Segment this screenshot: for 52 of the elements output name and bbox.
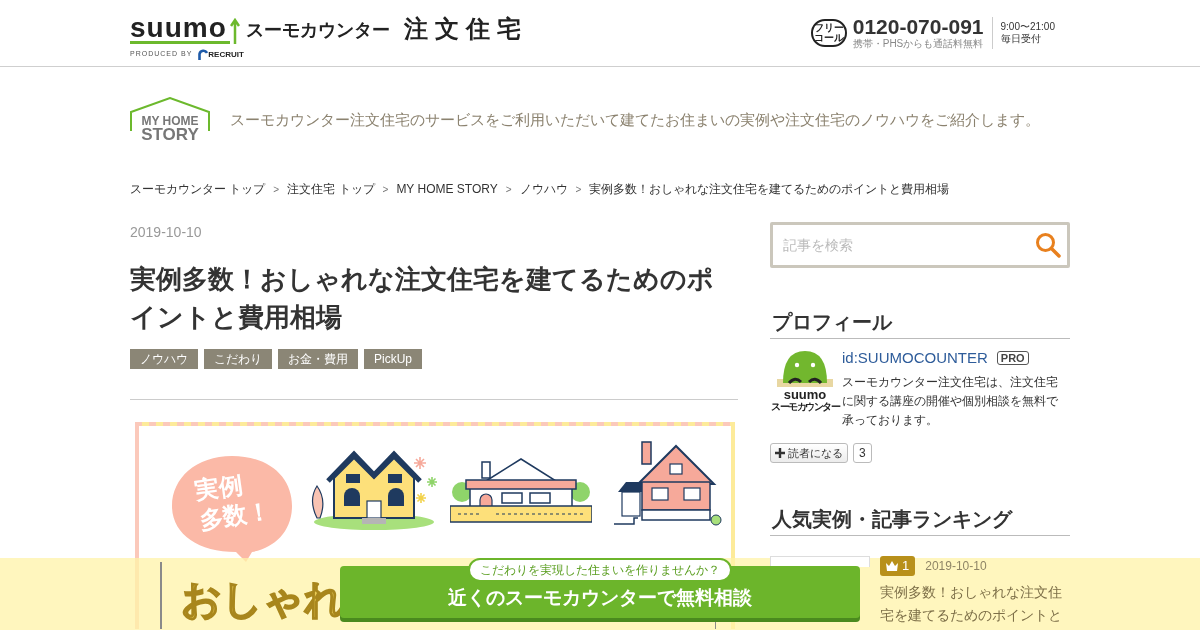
crown-icon	[886, 561, 898, 571]
search-icon	[1035, 232, 1061, 258]
follower-count: 3	[853, 443, 872, 463]
breadcrumb-separator: >	[382, 182, 389, 197]
mascot-icon	[777, 349, 833, 387]
profile-name-link[interactable]: id:SUUMOCOUNTER	[842, 349, 988, 367]
pro-badge: PRO	[996, 351, 1029, 365]
story-logo-text: STORY	[141, 127, 199, 143]
breadcrumb-separator: >	[575, 182, 582, 197]
sparkle-icon	[415, 492, 427, 504]
company-logo-text: RECRUIT	[208, 49, 244, 59]
sparkle-icon	[426, 476, 438, 488]
brand-logo-text[interactable]: suumo	[130, 14, 230, 44]
breadcrumb-link[interactable]: MY HOME STORY	[396, 180, 498, 198]
profile-description: スーモカウンター注文住宅は、注文住宅に関する講座の開催や個別相談を無料で承っております。	[842, 374, 1059, 429]
tag-link[interactable]: こだわり	[204, 349, 272, 369]
avatar-logo-text: suumo	[783, 388, 827, 401]
sparkle-icon	[413, 456, 427, 470]
arc-logo-icon	[198, 48, 209, 60]
tag-link[interactable]: お金・費用	[278, 349, 358, 369]
search-button[interactable]	[1033, 230, 1063, 260]
ranking-heading: 人気実例・記事ランキング	[770, 505, 1070, 536]
free-call-note: 携帯・PHSからも通話料無料	[852, 38, 984, 50]
bubble-text: 実例 多数！	[193, 469, 273, 536]
rank-badge: 1	[880, 556, 916, 576]
breadcrumb-separator: >	[273, 182, 280, 197]
tag-link[interactable]: ノウハウ	[130, 349, 198, 369]
intro-tagline: スーモカウンター注文住宅のサービスをご利用いただいて建てたお住まいの実例や注文住宅のノウハウをご紹介します。	[230, 109, 1040, 130]
breadcrumb-link[interactable]: ノウハウ	[519, 180, 568, 198]
breadcrumb-separator: >	[505, 182, 512, 197]
phone-number: 0120-070-091	[852, 16, 984, 38]
plus-icon	[775, 448, 785, 458]
breadcrumb-link[interactable]: 実例多数！おしゃれな注文住宅を建てるためのポイントと費用相場	[589, 180, 950, 198]
ranking-date: 2019-10-10	[925, 558, 987, 575]
service-logo-text: スーモカウンター	[245, 18, 390, 41]
tag-link[interactable]: PickUp	[364, 349, 422, 369]
article-thumbnail[interactable]	[770, 556, 870, 567]
article-date: 2019-10-10	[130, 223, 203, 241]
breadcrumb-link[interactable]: スーモカウンター トップ	[130, 180, 266, 198]
category-logo-text: 注文住宅	[403, 15, 528, 42]
ranking-article-link[interactable]: 実例多数！おしゃれな注文住宅を建てるためのポイントと	[880, 581, 1064, 627]
opening-hours: 9:00〜21:00	[1000, 21, 1055, 33]
follow-button[interactable]: 読者になる	[770, 443, 848, 463]
consultation-prompt: こだわりを実現した住まいを作りませんか？	[468, 558, 732, 582]
profile-heading: プロフィール	[770, 308, 1070, 339]
breadcrumb-link[interactable]: 注文住宅 トップ	[287, 180, 375, 198]
my-home-logo-text: MY HOME	[141, 115, 199, 127]
search-field[interactable]: 記事を検索	[770, 222, 1070, 268]
arrow-up-icon	[229, 17, 240, 44]
opening-days: 毎日受付	[1000, 33, 1055, 45]
article-title: 実例多数！おしゃれな注文住宅を建てるためのポイントと費用相場	[130, 263, 715, 334]
avatar-logo-subtext: スーモカウンター	[771, 401, 839, 412]
